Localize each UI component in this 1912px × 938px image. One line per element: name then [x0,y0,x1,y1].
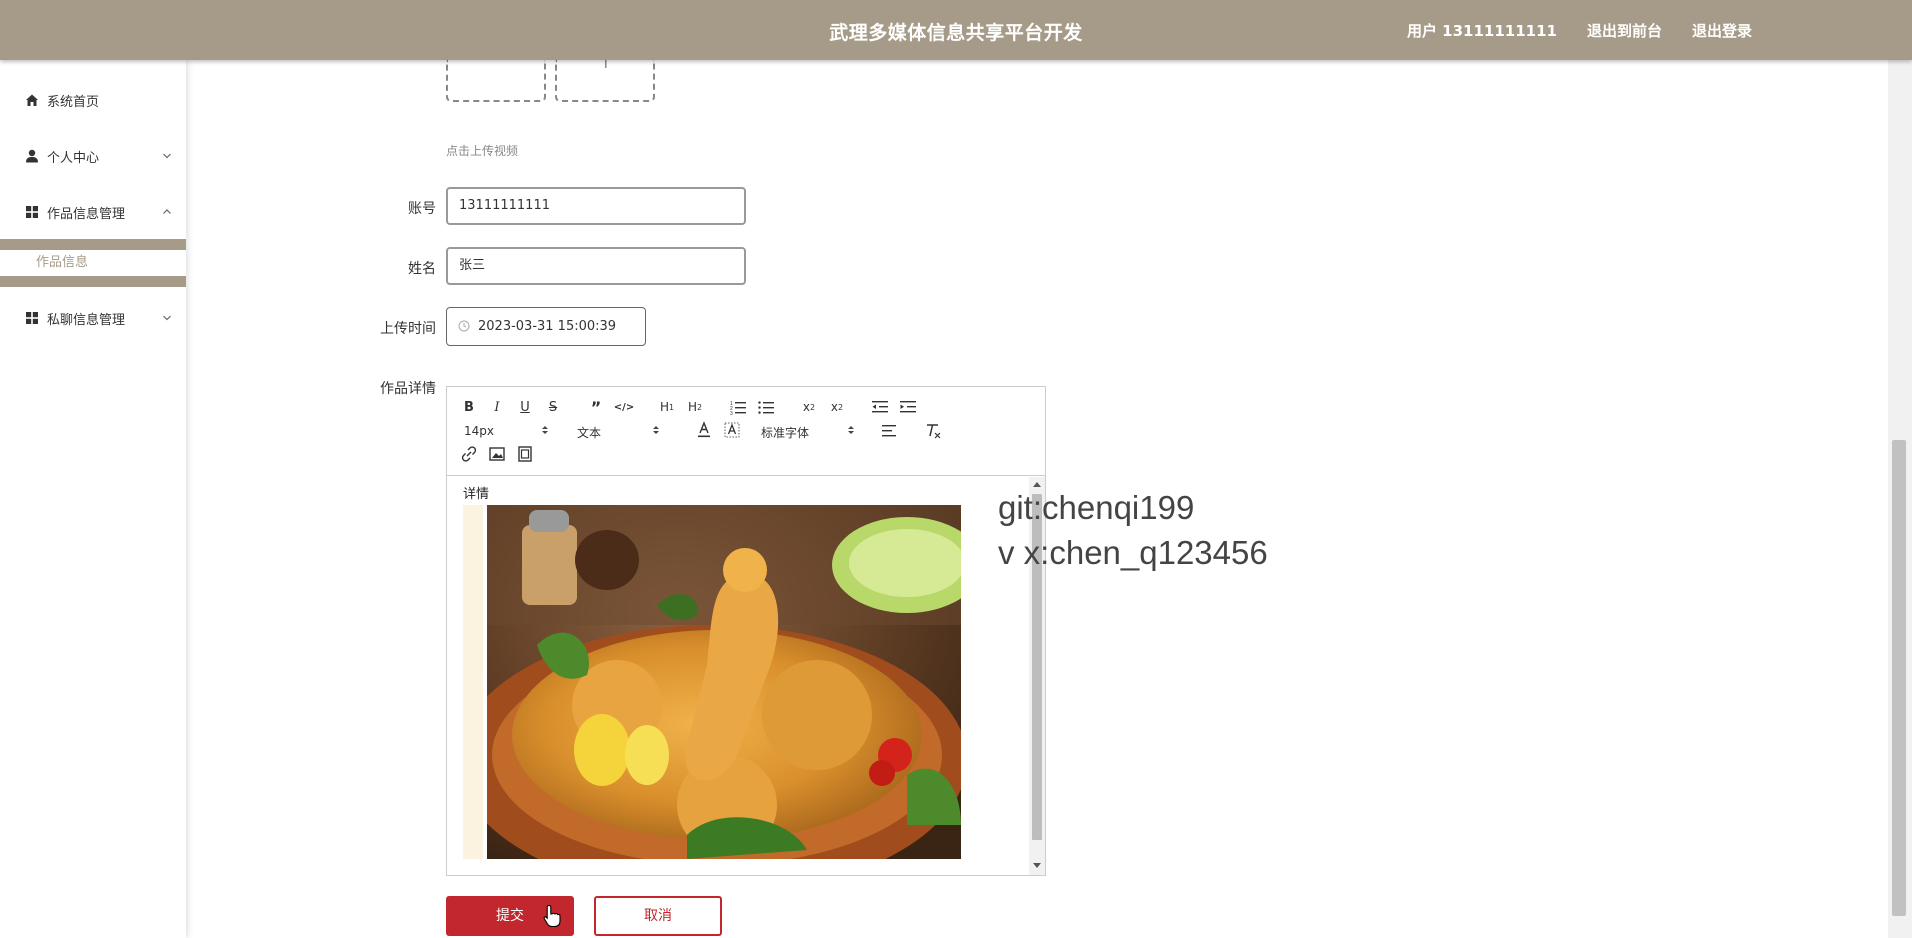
upload-preview-box[interactable] [446,60,546,102]
submenu-divider [0,276,186,287]
sidebar: 系统首页 个人中心 作品信息管理 作品信息 私聊信息管理 [0,60,186,938]
chevron-down-icon [163,315,171,321]
account-label: 账号 [408,201,436,217]
font-family-select[interactable]: 标准字体 [761,424,809,441]
name-field[interactable]: 张三 [446,247,746,285]
select-caret-icon [653,426,659,434]
select-caret-icon [848,426,854,434]
align-icon[interactable] [880,422,900,440]
name-label: 姓名 [408,261,436,277]
account-field[interactable]: 13111111111 [446,187,746,225]
upload-time-picker[interactable]: 2023-03-31 15:00:39 [446,307,646,346]
blockquote-icon[interactable]: ” [586,398,606,417]
bold-icon[interactable]: B [459,398,479,416]
text-style-select[interactable]: 文本 [577,424,601,441]
back-to-front-link[interactable]: 退出到前台 [1587,20,1662,41]
video-upload-box[interactable] [555,60,655,102]
superscript-icon[interactable]: x2 [827,398,847,416]
user-label[interactable]: 用户 13111111111 [1407,20,1557,41]
submenu-divider [0,239,186,250]
header-links: 用户 13111111111 退出到前台 退出登录 [1407,20,1752,41]
upload-hint: 点击上传视频 [446,144,519,158]
upload-time-value: 2023-03-31 15:00:39 [478,319,617,334]
page-scrollbar[interactable] [1888,60,1912,938]
plus-icon [605,60,607,68]
detail-label: 作品详情 [380,381,436,397]
scroll-down-icon[interactable] [1033,863,1041,869]
sidebar-subitem-works-info[interactable]: 作品信息 [0,250,186,276]
sidebar-item-label: 系统首页 [47,94,100,110]
sidebar-item-personal-center[interactable]: 个人中心 [0,136,186,176]
editor-detail-text: 详情 [463,487,490,502]
hand-cursor-icon [543,904,561,928]
svg-text:3: 3 [730,411,733,416]
editor-toolbar: B I U S ” </> H1 H2 1 2 3 x2 x2 14px 文本 … [447,387,1045,476]
code-block-icon[interactable]: </> [614,398,634,416]
home-icon [26,94,38,106]
logout-link[interactable]: 退出登录 [1692,20,1752,41]
image-icon[interactable] [487,445,507,463]
background-color-icon[interactable] [722,421,742,439]
italic-icon[interactable]: I [487,398,507,416]
fried-chicken-image [487,505,961,859]
sidebar-item-private-chat-management[interactable]: 私聊信息管理 [0,298,186,338]
indent-icon[interactable] [898,398,918,416]
watermark-line-2: v x:chen_q123456 [998,534,1268,571]
scroll-up-icon[interactable] [1033,481,1041,487]
sidebar-item-home[interactable]: 系统首页 [0,80,186,120]
upload-time-label: 上传时间 [380,321,436,337]
user-icon [26,149,38,163]
blockquote-bar [463,505,483,859]
sidebar-item-label: 个人中心 [47,150,100,166]
grid-icon [26,206,38,218]
subscript-icon[interactable]: x2 [799,398,819,416]
font-color-icon[interactable] [694,421,714,439]
link-icon[interactable] [459,445,479,463]
outdent-icon[interactable] [870,398,890,416]
video-icon[interactable] [515,445,535,463]
sidebar-item-label: 私聊信息管理 [47,312,126,328]
underline-icon[interactable]: U [515,398,535,416]
h2-icon[interactable]: H2 [685,398,705,416]
strike-icon[interactable]: S [543,398,563,416]
cancel-button[interactable]: 取消 [594,896,722,936]
ordered-list-icon[interactable]: 1 2 3 [728,398,748,416]
top-header: 武理多媒体信息共享平台开发 用户 13111111111 退出到前台 退出登录 [0,0,1912,60]
chevron-up-icon [163,209,171,214]
clock-icon [458,320,470,332]
select-caret-icon [542,426,548,434]
font-size-select[interactable]: 14px [464,424,494,438]
chevron-down-icon [163,153,171,159]
h1-icon[interactable]: H1 [657,398,677,416]
sidebar-item-works-management[interactable]: 作品信息管理 [0,192,186,232]
watermark-line-1: git:chenqi199 [998,489,1195,526]
sidebar-item-label: 作品信息管理 [47,206,126,222]
editor-content[interactable]: 详情 [447,477,1029,875]
grid-icon [26,312,38,324]
bullet-list-icon[interactable] [756,398,776,416]
clear-format-icon[interactable] [923,422,943,440]
page-scroll-thumb[interactable] [1892,440,1906,916]
rich-text-editor: B I U S ” </> H1 H2 1 2 3 x2 x2 14px 文本 … [446,386,1046,876]
